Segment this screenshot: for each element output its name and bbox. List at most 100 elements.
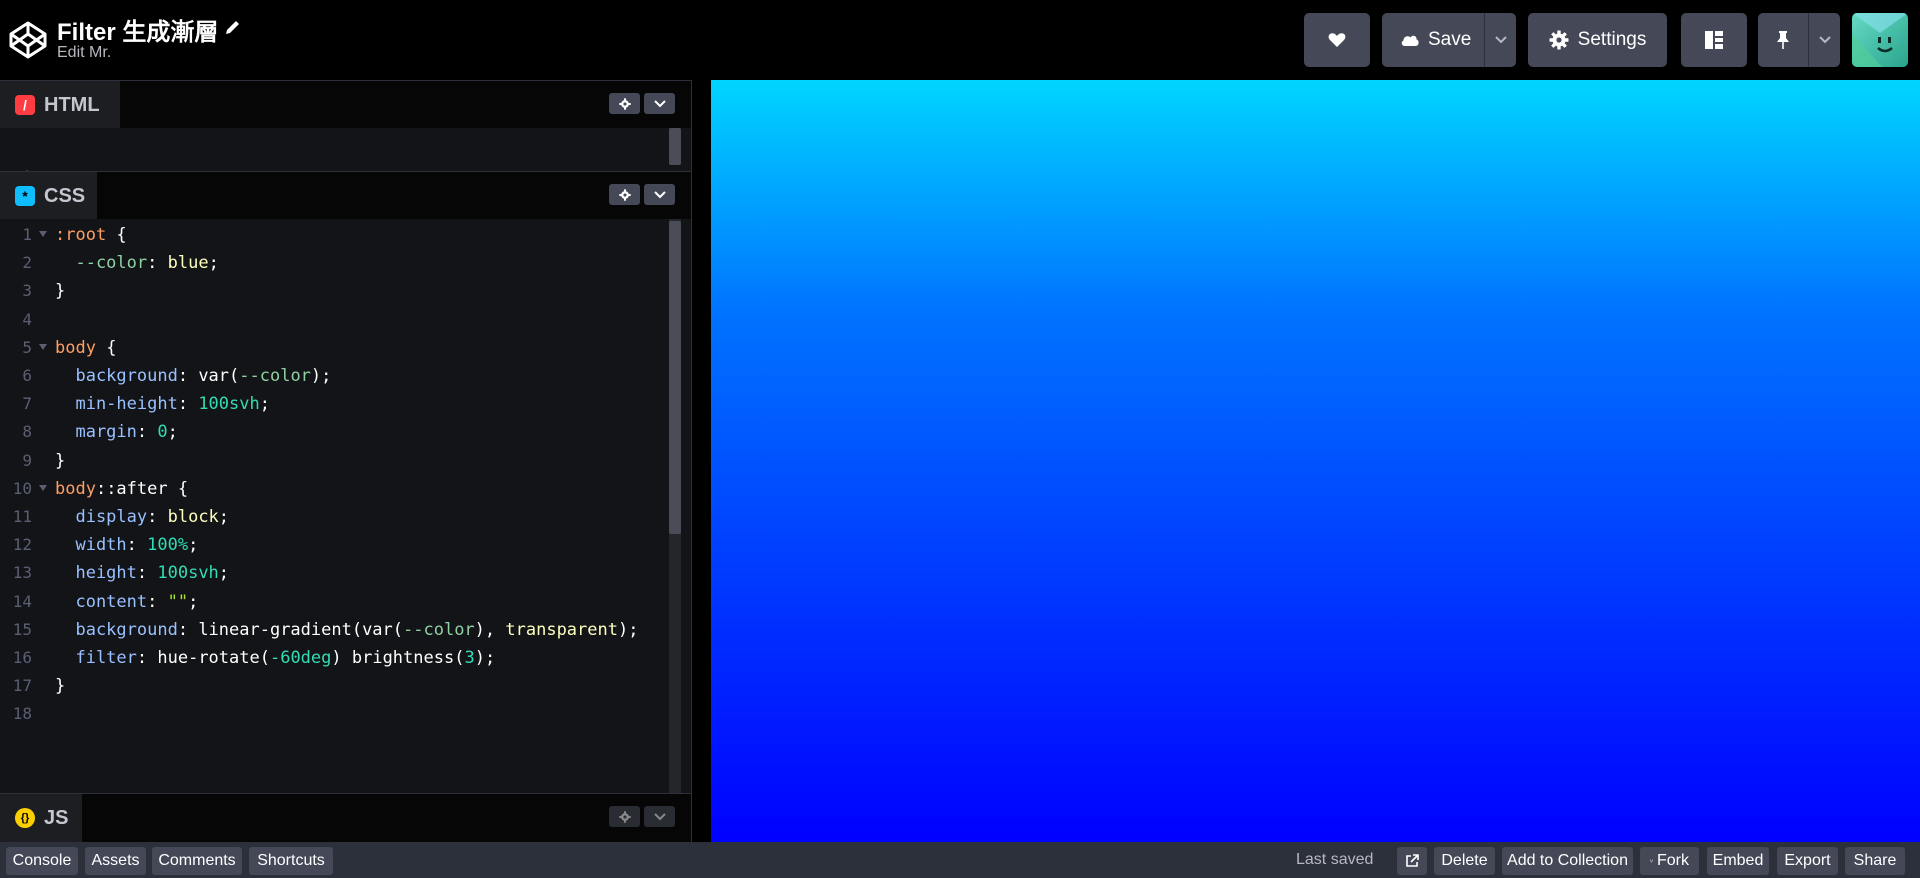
embed-button[interactable]: Embed [1707,847,1769,875]
js-collapse-button[interactable] [644,806,675,827]
code-text: height: 100svh; [55,559,229,587]
pen-owner[interactable]: Edit Mr. [57,44,111,62]
html-settings-button[interactable] [609,93,640,114]
line-number: 5 [22,337,32,357]
tab-css[interactable]: * CSS [0,172,97,220]
resize-handle[interactable] [691,80,711,842]
open-external-button[interactable] [1397,847,1427,875]
code-token: filter [55,648,137,668]
code-token: ; [218,563,230,584]
code-token: 100svh [198,394,260,415]
code-token: : [147,253,168,274]
add-to-collection-button[interactable]: Add to Collection [1502,847,1633,875]
css-code-line: 10 body::after { [0,475,670,503]
code-token: ; [218,507,230,527]
tab-js[interactable]: {} JS [0,794,82,842]
fork-button[interactable]: Fork [1640,847,1699,875]
css-code-line: 7 min-height: 100svh; [0,390,670,418]
css-settings-button[interactable] [609,184,640,205]
fold-arrow-icon[interactable] [39,231,47,237]
css-scrollbar-thumb[interactable] [669,221,681,534]
line-number: 18 [12,704,32,724]
pen-title-row: Filter 生成漸層 [57,12,242,47]
line-number: 10 [12,478,32,498]
shortcuts-button[interactable]: Shortcuts [249,847,333,875]
line-number: 7 [22,394,32,414]
code-token: : [136,563,158,584]
css-collapse-button[interactable] [644,184,675,205]
love-button[interactable] [1304,13,1370,67]
fork-label: Fork [1657,852,1689,869]
code-token: : [177,366,199,386]
delete-button[interactable]: Delete [1434,847,1495,875]
line-number: 1 [22,225,32,244]
code-text: content: ""; [55,588,198,616]
code-text: body { [55,334,116,362]
code-token: : [147,591,168,612]
chevron-down-icon [653,812,666,820]
editor-column: / HTML 1 * CSS [0,80,691,842]
code-token: ; [188,591,199,612]
code-token: "" [167,591,189,612]
html-editor[interactable]: 1 [0,128,691,186]
code-token: : [177,619,199,640]
html-scrollbar-thumb[interactable] [669,128,681,165]
settings-button[interactable]: Settings [1528,13,1667,67]
html-code-line: 1 [0,135,670,186]
code-token: ; [188,535,199,556]
code-token: 0 [157,422,168,443]
code-text: --color: blue; [55,249,218,277]
pencil-icon[interactable] [224,18,242,36]
css-code-line: 4 [0,306,670,334]
export-button[interactable]: Export [1777,847,1838,875]
css-editor[interactable]: 1:root {2 --color: blue; 3} 4 5 body {6 back… [0,219,691,793]
code-token: body [55,337,96,358]
css-code-line: 1 :root { [0,221,670,249]
codepen-logo-icon[interactable] [8,20,48,60]
html-collapse-button[interactable] [644,93,675,114]
code-token: 3 [464,648,475,668]
html-scrollbar[interactable] [669,128,681,165]
line-number: 15 [12,619,32,639]
code-token: : [177,394,199,415]
code-token: ; [259,394,270,415]
code-token: : [147,507,168,527]
line-number: 12 [12,535,32,555]
js-settings-button[interactable] [609,806,640,827]
fold-arrow-icon[interactable] [39,484,47,491]
pin-button[interactable] [1758,13,1840,67]
code-token: block [167,507,219,527]
gear-icon [618,97,631,110]
code-token: --color [403,619,475,640]
user-avatar[interactable] [1852,13,1908,67]
change-view-button[interactable] [1681,13,1747,67]
code-token: } [55,450,66,471]
code-token: :root [55,225,107,245]
css-scrollbar[interactable] [669,219,681,793]
pen-title[interactable]: Filter 生成漸層 [57,12,218,47]
fold-arrow-icon[interactable] [39,343,47,350]
tab-html[interactable]: / HTML [0,81,120,129]
css-code-line: 2 --color: blue; [0,249,670,277]
code-text: body::after { [55,475,188,503]
pin-options-button[interactable] [1808,13,1840,67]
layout-icon [1705,31,1723,49]
code-text: display: block; [55,503,229,531]
save-options-button[interactable] [1484,13,1516,67]
save-button[interactable]: Save [1382,13,1516,67]
code-token: min-height [55,394,178,415]
share-button[interactable]: Share [1845,847,1905,875]
code-token: : [126,535,148,556]
css-code-line: 18 [0,700,670,728]
code-token: ); [617,619,639,640]
code-token: } [55,281,66,302]
comments-button[interactable]: Comments [152,847,242,875]
js-panel-tools [609,806,675,827]
js-panel-header: {} JS [0,793,691,842]
code-text: :root { [55,221,127,249]
settings-label: Settings [1577,29,1647,50]
assets-button[interactable]: Assets [85,847,146,875]
console-button[interactable]: Console [6,847,78,875]
line-number: 16 [12,648,32,667]
preview-pane[interactable] [711,80,1920,842]
